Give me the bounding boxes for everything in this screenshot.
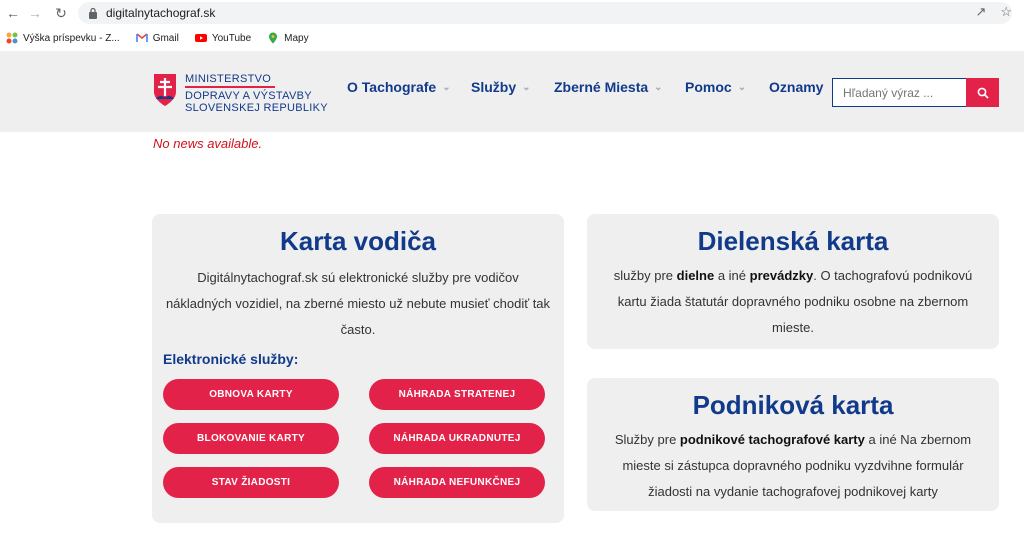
reload-icon[interactable]: ↻	[52, 4, 70, 22]
search-button[interactable]	[966, 78, 999, 107]
address-bar[interactable]: digitalnytachograf.sk	[78, 2, 1012, 24]
slovak-crest-icon	[154, 74, 176, 106]
forward-arrow-icon[interactable]: →	[26, 4, 44, 22]
nav-sluzby[interactable]: Služby ⌄	[471, 79, 554, 95]
search-icon	[977, 87, 989, 99]
obnova-karty-button[interactable]: OBNOVA KARTY	[163, 379, 339, 410]
bookmarks-bar: Výška príspevku - Z... Gmail YouTube Map…	[0, 28, 1024, 48]
blokovanie-karty-button[interactable]: BLOKOVANIE KARTY	[163, 423, 339, 454]
card-title: Karta vodiča	[279, 226, 437, 256]
card-title: Podniková karta	[692, 390, 894, 420]
lock-icon	[89, 7, 97, 19]
nav-o-tachografe[interactable]: O Tachografe ⌄	[347, 79, 471, 95]
nav-label: Zberné Miesta	[554, 79, 649, 95]
nav-label: Pomoc	[685, 79, 732, 95]
search-input[interactable]	[832, 78, 966, 107]
joomla-icon	[6, 32, 18, 44]
chevron-down-icon: ⌄	[737, 81, 747, 93]
no-news-notice: No news available.	[153, 136, 263, 151]
youtube-icon	[194, 34, 207, 42]
bookmark-star-icon[interactable]: ☆	[1000, 4, 1012, 20]
gmail-icon	[135, 33, 148, 42]
company-card: Podniková karta Služby pre podnikové tac…	[587, 378, 999, 511]
driver-card: Karta vodiča Digitálnytachograf.sk sú el…	[152, 214, 564, 523]
nahrada-ukradnutej-button[interactable]: NÁHRADA UKRADNUTEJ	[369, 423, 545, 454]
chevron-down-icon: ⌄	[654, 81, 663, 93]
bookmark-item[interactable]: YouTube	[194, 32, 252, 44]
nahrada-nefunkcnej-button[interactable]: NÁHRADA NEFUNKČNEJ	[369, 467, 545, 498]
bookmark-label: YouTube	[211, 32, 252, 44]
ministry-logo[interactable]: MINISTERSTVO DOPRAVY A VÝSTAVBY SLOVENSK…	[153, 73, 328, 114]
electronic-services-label: Elektronické služby:	[163, 351, 299, 367]
card-description: služby pre dielne a iné prevádzky. O tac…	[613, 268, 973, 335]
main-nav: O Tachografe ⌄ Služby ⌄ Zberné Miesta ⌄ Pom…	[347, 79, 823, 95]
back-arrow-icon[interactable]: ←	[4, 4, 22, 22]
stav-ziadosti-button[interactable]: STAV ŽIADOSTI	[163, 467, 339, 498]
browser-toolbar: ← → ↻ digitalnytachograf.sk ↗ ☆	[0, 0, 1024, 26]
bookmark-label: Gmail	[152, 32, 179, 44]
chevron-down-icon: ⌄	[522, 81, 531, 93]
bookmark-item[interactable]: Mapy	[267, 32, 309, 44]
nav-label: Služby	[471, 79, 517, 95]
card-title: Dielenská karta	[697, 226, 889, 256]
logo-line-3: SLOVENSKEJ REPUBLIKY	[185, 102, 328, 114]
workshop-card: Dielenská karta služby pre dielne a iné …	[587, 214, 999, 349]
card-description: Služby pre podnikové tachografové karty …	[614, 432, 972, 499]
chevron-down-icon: ⌄	[442, 81, 451, 93]
search-form	[832, 78, 999, 107]
maps-pin-icon	[269, 32, 278, 44]
logo-line-1: MINISTERSTVO	[185, 73, 275, 88]
bookmark-label: Výška príspevku - Z...	[23, 32, 120, 44]
site-header: MINISTERSTVO DOPRAVY A VÝSTAVBY SLOVENSK…	[0, 51, 1024, 132]
nav-pomoc[interactable]: Pomoc ⌄	[685, 79, 769, 95]
bookmark-label: Mapy	[284, 32, 309, 44]
bookmark-item[interactable]: Gmail	[135, 32, 179, 44]
share-icon[interactable]: ↗	[975, 4, 986, 20]
nav-oznamy[interactable]: Oznamy	[769, 79, 823, 95]
nav-label: O Tachografe	[347, 79, 437, 95]
nahrada-stratenej-button[interactable]: NÁHRADA STRATENEJ	[369, 379, 545, 410]
nav-zberne-miesta[interactable]: Zberné Miesta ⌄	[554, 79, 685, 95]
bookmark-item[interactable]: Výška príspevku - Z...	[6, 32, 120, 44]
nav-label: Oznamy	[769, 79, 824, 95]
logo-line-2: DOPRAVY A VÝSTAVBY	[185, 90, 312, 102]
url-text: digitalnytachograf.sk	[106, 6, 216, 20]
card-description: Digitálnytachograf.sk sú elektronické sl…	[165, 270, 551, 337]
